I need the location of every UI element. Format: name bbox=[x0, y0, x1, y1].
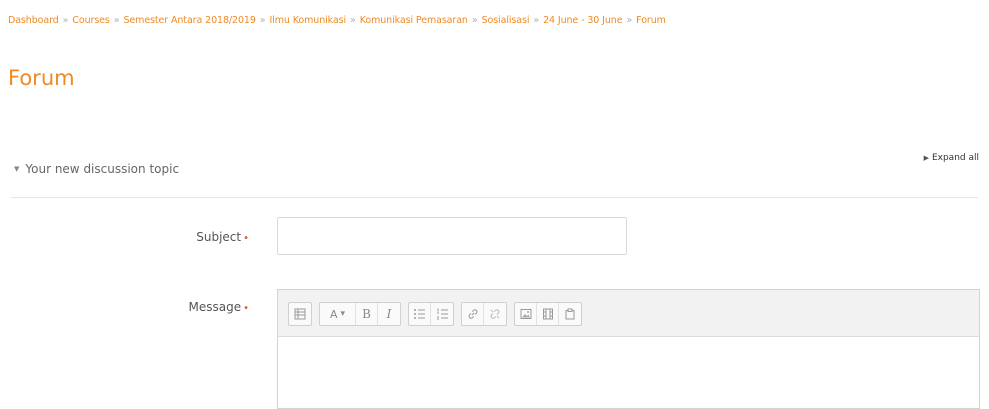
ordered-list-icon[interactable] bbox=[431, 303, 453, 325]
breadcrumb-separator: » bbox=[113, 15, 120, 26]
link-icon[interactable] bbox=[462, 303, 484, 325]
breadcrumb-program[interactable]: Ilmu Komunikasi bbox=[270, 15, 347, 26]
breadcrumb-separator: » bbox=[471, 15, 478, 26]
breadcrumb-separator: » bbox=[62, 15, 69, 26]
message-editor: A ▾ B I bbox=[277, 289, 980, 409]
subject-label: Subject • bbox=[196, 230, 249, 244]
breadcrumb-semester[interactable]: Semester Antara 2018/2019 bbox=[124, 15, 256, 26]
message-textarea[interactable] bbox=[278, 337, 979, 409]
unlink-icon[interactable] bbox=[484, 303, 506, 325]
italic-icon[interactable]: I bbox=[378, 303, 400, 325]
breadcrumb-dashboard[interactable]: Dashboard bbox=[8, 15, 59, 26]
subject-input[interactable] bbox=[277, 217, 627, 255]
expand-all-label: Expand all bbox=[931, 153, 979, 163]
breadcrumb-courses[interactable]: Courses bbox=[72, 15, 110, 26]
manage-files-icon[interactable] bbox=[559, 303, 581, 325]
chevron-down-icon: ▾ bbox=[340, 309, 346, 319]
message-label: Message • bbox=[189, 300, 250, 314]
font-style-glyph: A bbox=[329, 307, 338, 321]
bold-icon[interactable]: B bbox=[356, 303, 378, 325]
message-label-text: Message bbox=[188, 300, 242, 314]
toolbar-toggle-icon[interactable] bbox=[289, 303, 311, 325]
expand-all-link[interactable]: ▶ Expand all bbox=[924, 153, 979, 163]
media-icon[interactable] bbox=[537, 303, 559, 325]
breadcrumb-separator: » bbox=[533, 15, 540, 26]
font-style-icon[interactable]: A ▾ bbox=[320, 303, 356, 325]
breadcrumb-section[interactable]: Sosialisasi bbox=[482, 15, 530, 26]
section-title: Your new discussion topic bbox=[25, 162, 180, 176]
caret-down-icon: ▼ bbox=[14, 165, 20, 173]
breadcrumb-separator: » bbox=[259, 15, 266, 26]
toolbar-group bbox=[461, 302, 507, 326]
breadcrumb-week[interactable]: 24 June - 30 June bbox=[543, 15, 622, 26]
required-icon: • bbox=[243, 233, 249, 244]
unordered-list-icon[interactable] bbox=[409, 303, 431, 325]
toolbar-group bbox=[514, 302, 582, 326]
breadcrumb-separator: » bbox=[350, 15, 356, 26]
breadcrumb: Dashboard» Courses» Semester Antara 2018/2… bbox=[8, 15, 989, 26]
image-icon[interactable] bbox=[515, 303, 537, 325]
subject-label-text: Subject bbox=[196, 230, 242, 244]
breadcrumb-course[interactable]: Komunikasi Pemasaran bbox=[360, 15, 468, 26]
toolbar-group: A ▾ B I bbox=[319, 302, 401, 326]
required-icon: • bbox=[243, 303, 249, 314]
editor-toolbar: A ▾ B I bbox=[278, 290, 979, 337]
section-toggle[interactable]: ▼ Your new discussion topic bbox=[14, 162, 179, 176]
page-title: Forum bbox=[8, 66, 75, 90]
breadcrumb-separator: » bbox=[626, 15, 633, 26]
toolbar-group bbox=[288, 302, 312, 326]
caret-right-icon: ▶ bbox=[923, 154, 929, 162]
divider bbox=[11, 197, 978, 198]
breadcrumb-forum[interactable]: Forum bbox=[636, 15, 666, 26]
toolbar-group bbox=[408, 302, 454, 326]
